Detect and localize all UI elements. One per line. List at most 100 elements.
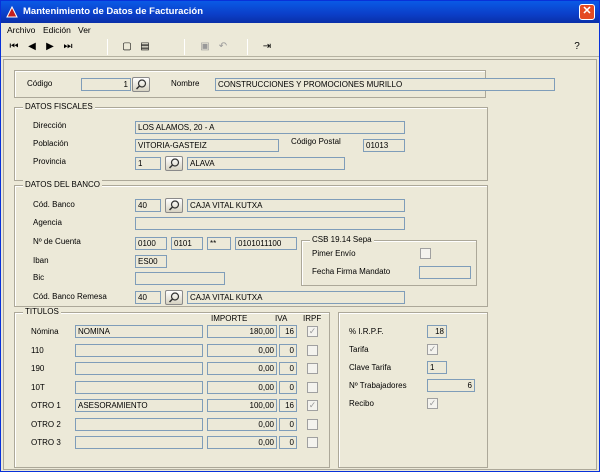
clave-tarifa-field[interactable]: 1 [427,361,447,374]
cuenta-numero-field[interactable]: 0101011100 [235,237,297,250]
titulo-desc-field[interactable]: ASESORAMIENTO [75,399,203,412]
titulo-desc-field[interactable] [75,362,203,375]
bic-field[interactable] [135,272,225,285]
tarifa-checkbox[interactable]: ✓ [427,344,438,355]
titulo-importe-field[interactable]: 0,00 [207,417,277,431]
titulos-title: TITULOS [23,307,61,316]
titulo-iva-field[interactable]: 0 [279,380,297,394]
cod-banco-label: Cód. Banco [33,200,75,209]
csb-group: CSB 19.14 Sepa Pimer Envío Fecha Firma M… [301,235,477,286]
titulo-iva-field[interactable]: 0 [279,436,297,449]
menu-archivo[interactable]: Archivo [7,25,35,35]
provincia-code-field[interactable]: 1 [135,157,161,170]
main-window: Mantenimiento de Datos de Facturación ✕ … [0,0,600,472]
search-banco-button[interactable] [165,198,183,213]
titulo-desc-field[interactable] [75,417,203,431]
trabajadores-field[interactable]: 6 [427,379,475,392]
last-record-icon[interactable]: ⏭ [60,39,76,55]
titulo-iva-field[interactable]: 16 [279,399,297,412]
titulo-importe-field[interactable]: 0,00 [207,436,277,449]
app-icon [6,5,18,18]
titulo-desc-field[interactable] [75,380,203,394]
datos-banco-title: DATOS DEL BANCO [23,180,102,189]
menu-ver[interactable]: Ver [78,25,91,35]
menu-edicion[interactable]: Edición [43,25,71,35]
codigo-field[interactable]: 1 [81,78,131,91]
exit-icon[interactable]: ⇥ [259,39,275,55]
agencia-field[interactable] [135,217,405,230]
titulo-desc-field[interactable] [75,436,203,449]
extra-group: % I.R.P.F. 18 Tarifa ✓ Clave Tarifa 1 Nº… [338,312,488,468]
search-icon [168,158,180,169]
titulo-irpf-checkbox[interactable] [307,418,318,430]
tarifa-label: Tarifa [349,345,369,354]
poblacion-label: Población [33,139,69,148]
next-record-icon[interactable]: ▶ [42,39,58,55]
titulo-irpf-checkbox[interactable]: ✓ [307,400,318,411]
trabajadores-label: Nº Trabajadores [349,381,407,390]
banco-name-field[interactable]: CAJA VITAL KUTXA [187,199,405,212]
titulo-importe-field[interactable]: 0,00 [207,343,277,357]
first-record-icon[interactable]: ⏮ [6,39,22,55]
titulo-importe-field[interactable]: 100,00 [207,399,277,412]
clave-tarifa-label: Clave Tarifa [349,363,392,372]
toolbar-separator [107,39,108,55]
help-icon[interactable]: ? [569,39,585,55]
datos-fiscales-group: DATOS FISCALES Dirección LOS ALAMOS, 20 … [14,102,488,181]
titulo-irpf-checkbox[interactable] [307,363,318,374]
agencia-label: Agencia [33,218,62,227]
titulo-label: 110 [31,345,44,355]
provincia-field[interactable]: ALAVA [187,157,345,170]
form-view-icon[interactable]: ▤ [137,39,153,55]
codigo-postal-field[interactable]: 01013 [363,139,405,152]
cod-banco-field[interactable]: 40 [135,199,161,212]
search-provincia-button[interactable] [165,156,183,171]
iban-field[interactable]: ES00 [135,255,167,268]
search-remesa-button[interactable] [165,290,183,305]
remesa-code-field[interactable]: 40 [135,291,161,304]
titulo-iva-field[interactable]: 0 [279,343,297,357]
titulo-iva-field[interactable]: 16 [279,325,297,338]
titulo-desc-field[interactable]: NOMINA [75,325,203,338]
titulo-importe-field[interactable]: 0,00 [207,380,277,394]
titulo-iva-field[interactable]: 0 [279,362,297,375]
cuenta-entidad-field[interactable]: 0100 [135,237,167,250]
direccion-field[interactable]: LOS ALAMOS, 20 - A [135,121,405,134]
datos-fiscales-title: DATOS FISCALES [23,102,95,111]
remesa-name-field[interactable]: CAJA VITAL KUTXA [187,291,405,304]
new-record-icon[interactable]: ▢ [119,39,135,55]
close-button[interactable]: ✕ [579,4,595,20]
save-icon[interactable]: ▣ [197,39,213,55]
titulo-iva-field[interactable]: 0 [279,417,297,431]
iva-header: IVA [275,314,288,323]
titulo-desc-field[interactable] [75,343,203,357]
poblacion-field[interactable]: VITORIA-GASTEIZ [135,139,279,152]
direccion-label: Dirección [33,121,67,130]
cuenta-dc-field[interactable]: ** [207,237,231,250]
titulo-label: OTRO 2 [31,419,61,429]
title-bar[interactable]: Mantenimiento de Datos de Facturación ✕ [1,1,599,23]
irpf-percent-label: % I.R.P.F. [349,327,384,336]
nombre-field[interactable]: CONSTRUCCIONES Y PROMOCIONES MURILLO [215,78,555,91]
csb-title: CSB 19.14 Sepa [310,235,374,244]
toolbar-separator [247,39,248,55]
undo-icon[interactable]: ↶ [215,39,231,55]
irpf-percent-field[interactable]: 18 [427,325,447,338]
bic-label: Bic [33,273,45,282]
search-codigo-button[interactable] [132,77,150,92]
form-panel: Código 1 Nombre CONSTRUCCIONES Y PROMOCI… [3,59,597,470]
titulo-irpf-checkbox[interactable] [307,344,318,356]
titulos-group: TITULOS IMPORTE IVA IRPF Nómina NOMINA 180… [14,307,330,468]
titulo-importe-field[interactable]: 180,00 [207,325,277,338]
primer-envio-checkbox[interactable] [420,248,431,259]
cuenta-oficina-field[interactable]: 0101 [171,237,203,250]
recibo-checkbox[interactable]: ✓ [427,398,438,409]
titulo-importe-field[interactable]: 0,00 [207,362,277,375]
menu-bar: Archivo Edición Ver [1,23,599,37]
titulo-irpf-checkbox[interactable] [307,437,318,448]
fecha-mandato-field[interactable] [419,266,471,279]
nombre-label: Nombre [171,79,200,88]
titulo-irpf-checkbox[interactable]: ✓ [307,326,318,337]
titulo-irpf-checkbox[interactable] [307,381,318,393]
previous-record-icon[interactable]: ◀ [24,39,40,55]
